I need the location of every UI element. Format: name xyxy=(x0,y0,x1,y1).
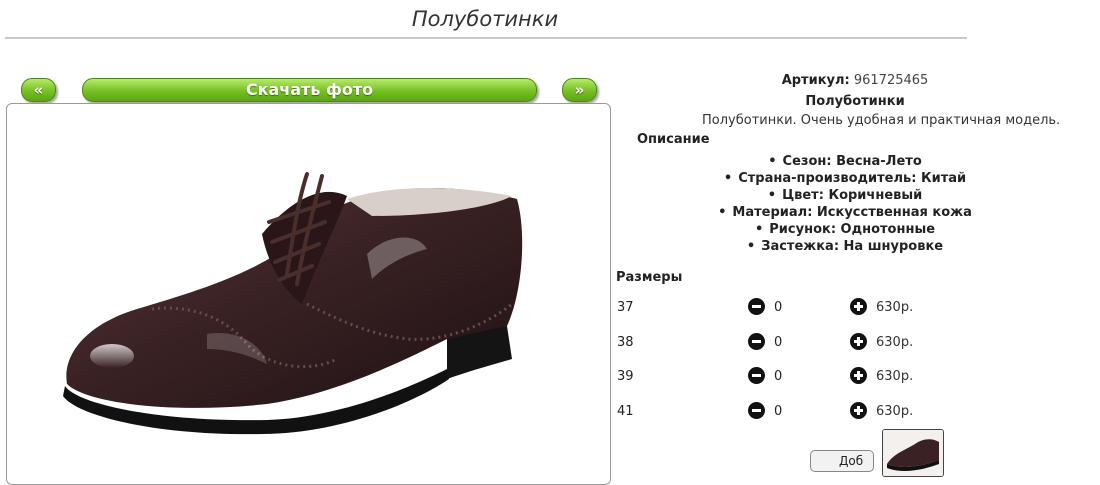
spec-item: Страна-производитель: Китай xyxy=(610,170,1080,187)
price-value: 630р. xyxy=(876,369,914,384)
size-row: 39 0 630р. xyxy=(610,367,1100,387)
size-label: 39 xyxy=(617,369,634,384)
size-row: 41 0 630р. xyxy=(610,402,1100,422)
prev-photo-button[interactable]: « xyxy=(21,78,56,102)
product-thumbnail[interactable] xyxy=(882,429,944,477)
spec-item: Сезон: Весна-Лето xyxy=(610,153,1080,170)
plus-icon[interactable] xyxy=(850,402,867,419)
spec-item: Материал: Искусственная кожа xyxy=(610,204,1080,221)
minus-icon[interactable] xyxy=(748,402,765,419)
price-value: 630р. xyxy=(876,300,914,315)
size-row: 37 0 630р. xyxy=(610,298,1100,318)
spec-list: Сезон: Весна-Лето Страна-производитель: … xyxy=(610,153,1080,255)
article-value: 961725465 xyxy=(853,73,929,88)
plus-icon[interactable] xyxy=(850,367,867,384)
size-label: 37 xyxy=(617,300,634,315)
page-title: Полуботинки xyxy=(411,7,559,31)
product-photo[interactable] xyxy=(7,104,610,484)
description-heading: Описание xyxy=(637,132,710,147)
size-row: 38 0 630р. xyxy=(610,333,1100,353)
plus-icon[interactable] xyxy=(850,298,867,315)
spec-item: Цвет: Коричневый xyxy=(610,187,1080,204)
article-line: Артикул: 961725465 xyxy=(610,73,1100,88)
sizes-heading: Размеры xyxy=(616,270,683,285)
minus-icon[interactable] xyxy=(748,298,765,315)
spec-item: Застежка: На шнуровке xyxy=(610,238,1080,255)
product-name: Полуботинки xyxy=(805,94,905,109)
article-label: Артикул: xyxy=(781,73,850,88)
title-divider xyxy=(5,37,967,39)
spec-item: Рисунок: Однотонные xyxy=(610,221,1080,238)
add-to-cart-button[interactable]: Доб xyxy=(810,450,874,472)
thumbnail-image xyxy=(883,430,943,476)
price-value: 630р. xyxy=(876,404,914,419)
quantity-value: 0 xyxy=(774,300,783,315)
plus-icon[interactable] xyxy=(850,333,867,350)
size-label: 38 xyxy=(617,335,634,350)
minus-icon[interactable] xyxy=(748,333,765,350)
quantity-value: 0 xyxy=(774,369,783,384)
quantity-value: 0 xyxy=(774,335,783,350)
product-photo-frame xyxy=(6,103,611,485)
quantity-value: 0 xyxy=(774,404,783,419)
next-photo-button[interactable]: » xyxy=(562,78,597,102)
download-photo-button[interactable]: Скачать фото xyxy=(82,78,537,102)
product-short-description: Полуботинки. Очень удобная и практичная … xyxy=(702,113,1061,128)
size-label: 41 xyxy=(617,404,634,419)
price-value: 630р. xyxy=(876,335,914,350)
minus-icon[interactable] xyxy=(748,367,765,384)
